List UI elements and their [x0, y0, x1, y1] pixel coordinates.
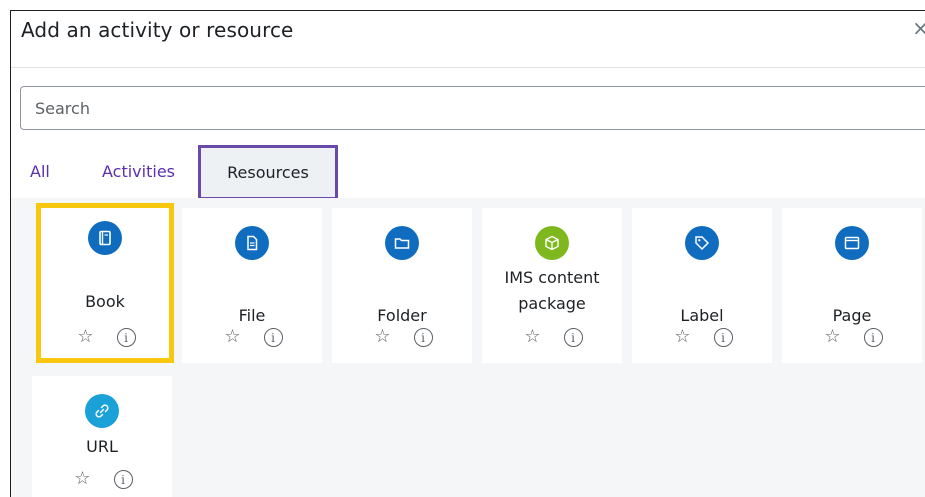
- resource-actions: ☆ i: [32, 468, 172, 489]
- resource-label: Folder: [377, 306, 427, 325]
- star-icon[interactable]: ☆: [822, 326, 844, 347]
- resource-label: Page: [832, 306, 872, 325]
- resource-label: Book: [85, 292, 125, 311]
- search-input[interactable]: [21, 87, 925, 129]
- link-icon: [85, 394, 119, 428]
- resource-actions: ☆ i: [482, 326, 622, 347]
- activity-chooser-dialog: Add an activity or resource × All Activi…: [10, 10, 925, 497]
- close-icon[interactable]: ×: [912, 16, 925, 40]
- resource-grid: Book ☆ i File ☆ i Folder ☆ i IMS content…: [11, 198, 925, 497]
- dialog-title: Add an activity or resource: [21, 18, 294, 42]
- info-icon[interactable]: i: [563, 328, 583, 347]
- resource-label-line1: IMS content: [504, 268, 600, 287]
- star-icon[interactable]: ☆: [75, 326, 97, 347]
- star-icon[interactable]: ☆: [672, 326, 694, 347]
- star-icon[interactable]: ☆: [522, 326, 544, 347]
- resource-card-file[interactable]: File ☆ i: [182, 208, 322, 363]
- info-icon[interactable]: i: [413, 328, 433, 347]
- resource-actions: ☆ i: [782, 326, 922, 347]
- tag-icon: [685, 226, 719, 260]
- resource-actions: ☆ i: [182, 326, 322, 347]
- resource-card-book[interactable]: Book ☆ i: [36, 203, 174, 363]
- folder-icon: [385, 226, 419, 260]
- page-icon: [835, 226, 869, 260]
- resource-label: Label: [680, 306, 724, 325]
- star-icon[interactable]: ☆: [222, 326, 244, 347]
- resource-card-ims-content-package[interactable]: IMS content package ☆ i: [482, 208, 622, 363]
- tab-resources[interactable]: Resources: [198, 145, 338, 200]
- star-icon[interactable]: ☆: [372, 326, 394, 347]
- resource-card-folder[interactable]: Folder ☆ i: [332, 208, 472, 363]
- resource-label: URL: [86, 437, 118, 456]
- resource-label: File: [238, 306, 266, 325]
- info-icon[interactable]: i: [263, 328, 283, 347]
- resource-actions: ☆ i: [332, 326, 472, 347]
- resource-card-label[interactable]: Label ☆ i: [632, 208, 772, 363]
- resource-label-line2: package: [518, 294, 586, 313]
- resource-actions: ☆ i: [41, 326, 169, 347]
- book-icon: [88, 221, 122, 255]
- resource-card-url[interactable]: URL ☆ i: [32, 376, 172, 497]
- search-field[interactable]: [20, 86, 925, 130]
- tab-all[interactable]: All: [30, 146, 50, 198]
- info-icon[interactable]: i: [713, 328, 733, 347]
- file-icon: [235, 226, 269, 260]
- resource-card-page[interactable]: Page ☆ i: [782, 208, 922, 363]
- dialog-header: Add an activity or resource ×: [11, 11, 925, 68]
- info-icon[interactable]: i: [863, 328, 883, 347]
- star-icon[interactable]: ☆: [72, 468, 94, 489]
- package-icon: [535, 226, 569, 260]
- info-icon[interactable]: i: [116, 328, 136, 347]
- resource-actions: ☆ i: [632, 326, 772, 347]
- tab-activities[interactable]: Activities: [102, 146, 175, 198]
- category-tabs: All Activities Resources: [11, 145, 925, 200]
- info-icon[interactable]: i: [113, 470, 133, 489]
